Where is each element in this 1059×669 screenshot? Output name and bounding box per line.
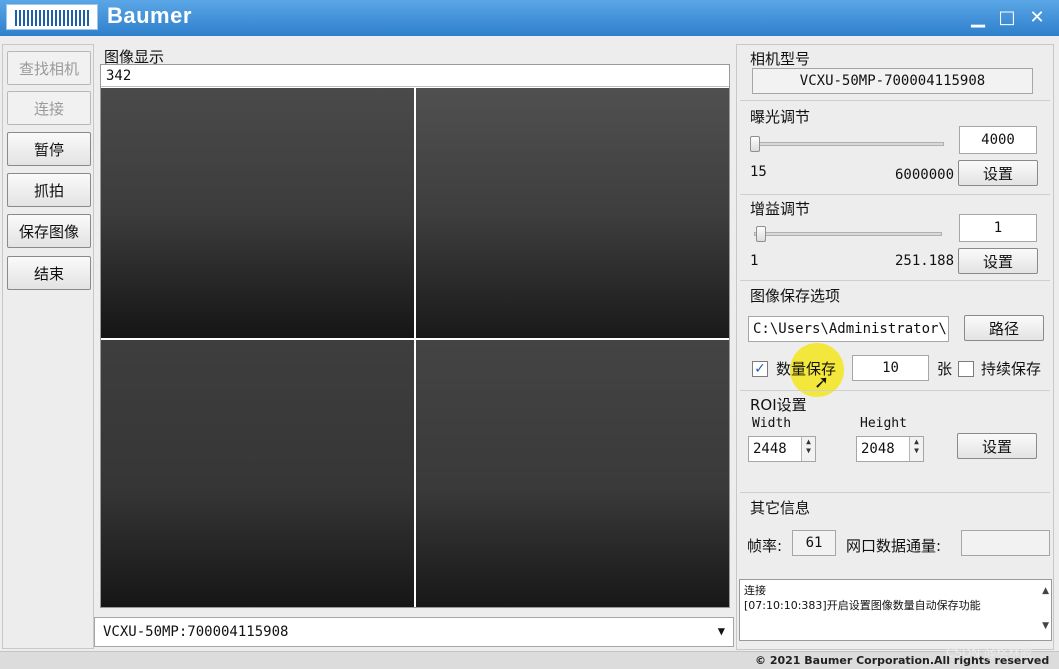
roi-width-spinner[interactable]: ▲ ▼: [801, 437, 815, 461]
other-info-title: 其它信息: [750, 499, 811, 517]
camera-image-tl: [101, 88, 414, 338]
minimize-button[interactable]: ▁: [966, 6, 990, 30]
baumer-logo: [6, 4, 98, 30]
watermark: CSDN @格林威: [946, 646, 1033, 660]
snapshot-button[interactable]: 抓拍: [7, 173, 91, 207]
log-box[interactable]: 连接 [07:10:10:383]开启设置图像数量自动保存功能 ▲ ▼: [739, 579, 1052, 641]
exposure-min: 15: [750, 164, 767, 180]
exposure-slider-track[interactable]: [754, 142, 944, 146]
close-button[interactable]: ✕: [1025, 6, 1049, 30]
continuous-save-checkbox[interactable]: [958, 361, 974, 377]
title-bar[interactable]: Baumer ▁ □ ✕: [0, 0, 1059, 36]
unit-label: 张: [937, 360, 953, 378]
camera-image-bl: [101, 340, 414, 607]
throughput-value: [961, 530, 1050, 556]
logo-bars-icon: [15, 10, 91, 26]
pause-button[interactable]: 暂停: [7, 132, 91, 166]
path-button[interactable]: 路径: [964, 315, 1044, 341]
camera-image-tr: [416, 88, 729, 338]
connect-button[interactable]: 连接: [7, 91, 91, 125]
gain-max: 251.188: [895, 253, 955, 269]
count-save-checkbox[interactable]: ✓: [752, 361, 768, 377]
gain-min: 1: [750, 253, 759, 269]
roi-height-label: Height: [860, 416, 907, 431]
maximize-icon: □: [998, 7, 1016, 28]
gain-slider-handle[interactable]: [756, 226, 766, 242]
chevron-down-icon: ▼: [717, 624, 725, 638]
camera-model-title: 相机型号: [750, 50, 811, 68]
roi-title: ROI设置: [750, 396, 807, 414]
exposure-set-button[interactable]: 设置: [958, 160, 1038, 186]
spin-up-icon[interactable]: ▲: [802, 437, 815, 446]
fps-label: 帧率:: [747, 537, 783, 555]
camera-select[interactable]: VCXU-50MP:700004115908 ▼: [94, 617, 734, 647]
scroll-down-icon[interactable]: ▼: [1042, 619, 1049, 634]
save-image-button[interactable]: 保存图像: [7, 214, 91, 248]
gain-set-button[interactable]: 设置: [958, 248, 1038, 274]
fps-value: 61: [792, 530, 836, 556]
camera-image-br: [416, 340, 729, 607]
image-display: 342: [100, 64, 730, 608]
roi-height-spinner[interactable]: ▲ ▼: [909, 437, 923, 461]
gain-slider-track[interactable]: [754, 232, 942, 236]
divider: [740, 280, 1050, 281]
roi-width-label: Width: [752, 416, 792, 431]
exposure-slider-handle[interactable]: [750, 136, 761, 152]
throughput-label: 网口数据通量:: [846, 537, 942, 555]
exposure-max: 6000000: [895, 167, 955, 183]
sidebar: 查找相机 连接 暂停 抓拍 保存图像 结束: [2, 44, 94, 649]
log-line: 连接: [744, 584, 766, 597]
end-button[interactable]: 结束: [7, 256, 91, 290]
divider: [740, 492, 1050, 493]
gain-title: 增益调节: [750, 200, 811, 218]
spin-up-icon[interactable]: ▲: [910, 437, 923, 446]
minimize-icon: ▁: [971, 7, 985, 28]
roi-width-value: 2448: [753, 441, 787, 457]
roi-height-input[interactable]: 2048 ▲ ▼: [856, 436, 924, 462]
count-input[interactable]: 10: [852, 355, 929, 381]
spin-down-icon[interactable]: ▼: [910, 446, 923, 455]
divider: [740, 390, 1050, 391]
exposure-input[interactable]: 4000: [959, 126, 1037, 154]
roi-width-input[interactable]: 2448 ▲ ▼: [748, 436, 816, 462]
camera-model-field: VCXU-50MP-700004115908: [752, 68, 1033, 94]
roi-set-button[interactable]: 设置: [957, 433, 1037, 459]
divider: [740, 194, 1050, 195]
scroll-up-icon[interactable]: ▲: [1042, 584, 1049, 599]
roi-height-value: 2048: [861, 441, 895, 457]
continuous-save-label[interactable]: 持续保存: [981, 358, 1041, 379]
camera-select-value: VCXU-50MP:700004115908: [103, 624, 289, 640]
exposure-title: 曝光调节: [750, 108, 811, 126]
save-options-title: 图像保存选项: [750, 287, 841, 305]
maximize-button[interactable]: □: [995, 6, 1019, 30]
spin-down-icon[interactable]: ▼: [802, 446, 815, 455]
app-title: Baumer: [107, 3, 192, 28]
divider: [740, 100, 1050, 101]
gain-input[interactable]: 1: [959, 214, 1037, 242]
log-line: [07:10:10:383]开启设置图像数量自动保存功能: [744, 599, 981, 612]
find-camera-button[interactable]: 查找相机: [7, 51, 91, 85]
frame-counter: 342: [101, 65, 729, 87]
save-path-input[interactable]: C:\Users\Administrator\: [748, 316, 949, 342]
close-icon: ✕: [1029, 7, 1045, 28]
